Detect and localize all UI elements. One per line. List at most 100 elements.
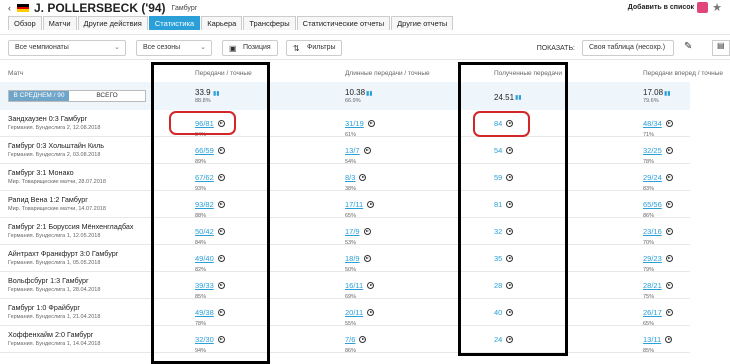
forward-passes-value[interactable]: 48/34 — [643, 119, 662, 128]
championship-select-value: Все чемпионаты — [15, 44, 69, 51]
forward-passes-pct: 85% — [643, 348, 655, 354]
play-video-icon[interactable] — [359, 336, 367, 343]
match-title[interactable]: Хоффенхайм 2:0 Гамбург — [8, 330, 93, 339]
position-button[interactable]: ▣ Позиция — [222, 40, 278, 56]
forward-passes-cell: 23/16 70% — [643, 221, 673, 246]
match-title[interactable]: Гамбург 2:1 Боруссия Мёнхенгладбах — [8, 222, 133, 231]
play-video-icon[interactable] — [363, 228, 371, 235]
long-passes-cell: 31/19 61% — [345, 113, 375, 138]
highlight-box-passes — [151, 62, 270, 364]
play-video-icon[interactable] — [665, 201, 673, 208]
play-video-icon[interactable] — [665, 282, 673, 289]
add-to-list-button[interactable]: Добавить в список — [628, 4, 694, 11]
match-title[interactable]: Гамбург 1:0 Фрайбург — [8, 303, 80, 312]
play-video-icon[interactable] — [367, 282, 375, 289]
long-passes-cell: 8/3 38% — [345, 167, 367, 192]
long-passes-value[interactable]: 20/11 — [345, 308, 363, 317]
table-row: Гамбург 1:0 Фрайбург Германия. Бундеслига… — [0, 299, 690, 327]
tab-other-actions[interactable]: Другие действия — [77, 16, 148, 30]
filter-bar: Все чемпионаты ⌄ Все сезоны ⌄ ▣ Позиция … — [0, 34, 730, 60]
filters-button-label: Фильтры — [307, 44, 336, 51]
tab-statistics[interactable]: Статистика — [148, 16, 201, 30]
forward-passes-value[interactable]: 28/21 — [643, 281, 662, 290]
table-row: Гамбург 2:1 Боруссия Мёнхенгладбах Герман… — [0, 218, 690, 246]
player-name: J. POLLERSBECK ('94) — [34, 1, 166, 15]
match-title[interactable]: Айнтрахт Франкфурт 3:0 Гамбург — [8, 249, 118, 258]
match-title[interactable]: Вольфсбург 1:3 Гамбург — [8, 276, 89, 285]
match-title[interactable]: Гамбург 3:1 Монако — [8, 168, 74, 177]
chevron-down-icon: ⌄ — [114, 44, 120, 51]
bar-chart-icon[interactable]: ▮▮ — [366, 90, 373, 97]
column-long-passes[interactable]: Длинные передачи / точные — [345, 70, 430, 77]
tab-transfers[interactable]: Трансферы — [243, 16, 296, 30]
season-select[interactable]: Все сезоны ⌄ — [136, 40, 212, 56]
long-passes-value[interactable]: 8/3 — [345, 173, 355, 182]
forward-passes-value[interactable]: 23/16 — [643, 227, 662, 236]
filters-button[interactable]: ⇅ Фильтры — [286, 40, 342, 56]
play-video-icon[interactable] — [367, 201, 375, 208]
tab-career[interactable]: Карьера — [201, 16, 243, 30]
chevron-down-icon: ⌄ — [200, 44, 206, 51]
forward-passes-cell: 13/11 85% — [643, 329, 673, 354]
table-row: Гамбург 0:3 Хольштайн Киль Германия. Бунд… — [0, 137, 690, 165]
play-video-icon[interactable] — [665, 228, 673, 235]
forward-passes-cell: 29/24 83% — [643, 167, 673, 192]
long-passes-value[interactable]: 17/11 — [345, 200, 363, 209]
play-video-icon[interactable] — [665, 120, 673, 127]
long-passes-value[interactable]: 18/9 — [345, 254, 360, 263]
forward-passes-cell: 26/17 65% — [643, 302, 673, 327]
play-video-icon[interactable] — [363, 255, 371, 262]
play-video-icon[interactable] — [367, 120, 375, 127]
play-video-icon[interactable] — [367, 309, 375, 316]
match-competition: Германия. Бундеслига 1, 14.04.2018 — [8, 341, 101, 347]
shortlist-icon[interactable] — [697, 2, 708, 13]
average-total-toggle[interactable]: В СРЕДНЕМ / 90 ВСЕГО — [8, 90, 146, 102]
back-icon[interactable]: ‹ — [8, 3, 11, 13]
total-option[interactable]: ВСЕГО — [69, 91, 145, 101]
season-select-value: Все сезоны — [143, 44, 181, 51]
match-title[interactable]: Гамбург 0:3 Хольштайн Киль — [8, 141, 104, 150]
tab-other-reports[interactable]: Другие отчеты — [391, 16, 454, 30]
table-row: Айнтрахт Франкфурт 3:0 Гамбург Германия. … — [0, 245, 690, 273]
show-select[interactable]: Своя таблица (несохр.) — [582, 40, 674, 56]
tab-overview[interactable]: Обзор — [8, 16, 42, 30]
highlight-circle-received — [473, 111, 530, 137]
forward-passes-value[interactable]: 29/24 — [643, 173, 662, 182]
play-video-icon[interactable] — [359, 174, 367, 181]
forward-passes-value[interactable]: 65/56 — [643, 200, 662, 209]
play-video-icon[interactable] — [363, 147, 371, 154]
star-icon[interactable]: ★ — [712, 1, 722, 14]
column-forward-passes[interactable]: Передачи вперед / точные — [643, 70, 723, 77]
profile-tabs: Обзор Матчи Другие действия Статистика К… — [8, 16, 454, 31]
forward-passes-value[interactable]: 13/11 — [643, 335, 661, 344]
tab-matches[interactable]: Матчи — [42, 16, 77, 30]
forward-passes-value[interactable]: 29/23 — [643, 254, 662, 263]
show-select-value: Своя таблица (несохр.) — [589, 44, 666, 51]
long-passes-value[interactable]: 13/7 — [345, 146, 360, 155]
tab-stat-reports[interactable]: Статистические отчеты — [296, 16, 391, 30]
forward-passes-value[interactable]: 32/25 — [643, 146, 662, 155]
play-video-icon[interactable] — [665, 255, 673, 262]
export-icon[interactable]: ▤ — [712, 40, 730, 56]
column-match: Матч — [8, 70, 24, 77]
long-passes-value[interactable]: 31/19 — [345, 119, 364, 128]
forward-passes-value[interactable]: 26/17 — [643, 308, 662, 317]
long-passes-value[interactable]: 16/11 — [345, 281, 363, 290]
average-option[interactable]: В СРЕДНЕМ / 90 — [9, 91, 69, 101]
match-competition: Германия. Бундеслига 1, 28.04.2018 — [8, 287, 101, 293]
edit-columns-icon[interactable]: ✎ — [684, 41, 692, 52]
championship-select[interactable]: Все чемпионаты ⌄ — [8, 40, 126, 56]
long-passes-value[interactable]: 17/9 — [345, 227, 360, 236]
long-passes-value[interactable]: 7/6 — [345, 335, 355, 344]
forward-passes-cell: 65/56 86% — [643, 194, 673, 219]
play-video-icon[interactable] — [665, 336, 673, 343]
play-video-icon[interactable] — [665, 174, 673, 181]
play-video-icon[interactable] — [665, 309, 673, 316]
play-video-icon[interactable] — [665, 147, 673, 154]
match-title[interactable]: Рапид Вена 1:2 Гамбург — [8, 195, 88, 204]
table-row: Хоффенхайм 2:0 Гамбург Германия. Бундесли… — [0, 326, 690, 354]
forward-passes-cell: 48/34 71% — [643, 113, 673, 138]
match-title[interactable]: Зандхаузен 0:3 Гамбург — [8, 114, 87, 123]
bar-chart-icon[interactable]: ▮▮ — [664, 90, 671, 97]
club-link[interactable]: Гамбург — [172, 5, 198, 12]
